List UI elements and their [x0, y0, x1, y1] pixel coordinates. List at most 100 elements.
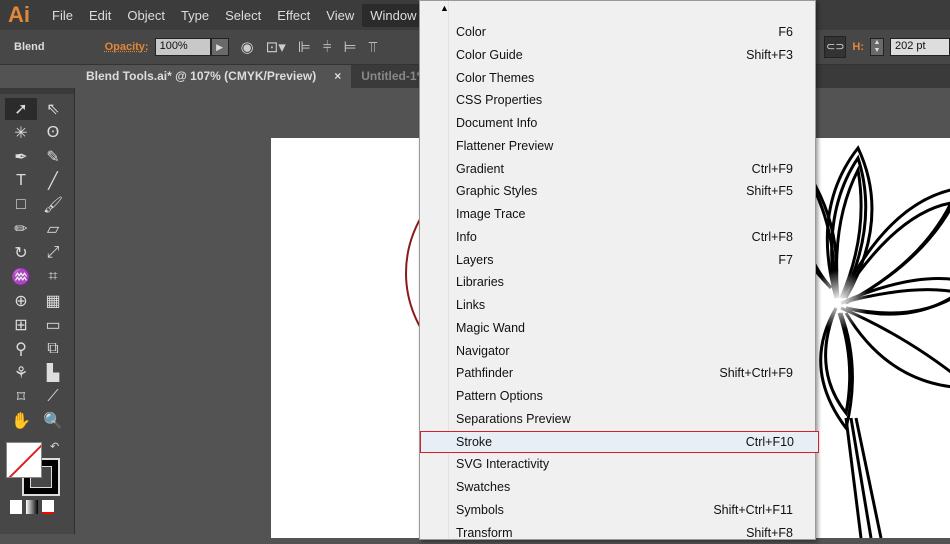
rotate-tool-icon[interactable]: ↻: [5, 242, 37, 264]
menu-item-pattern-options[interactable]: Pattern Options: [421, 385, 814, 407]
warp-tool-icon[interactable]: ♒: [5, 266, 37, 288]
menu-item-shortcut: F6: [778, 25, 793, 39]
menu-item-libraries[interactable]: Libraries: [421, 271, 814, 293]
align-left-icon[interactable]: ⊫: [298, 38, 311, 56]
scroll-up-arrow[interactable]: ▲: [440, 3, 449, 13]
symbol-sprayer-tool-icon[interactable]: ⚘: [5, 362, 37, 384]
menu-item-flattener-preview[interactable]: Flattener Preview: [421, 135, 814, 157]
menu-item-css-properties[interactable]: CSS Properties: [421, 89, 814, 111]
paintbrush-tool-icon[interactable]: 🖌: [37, 194, 69, 216]
menu-item-info[interactable]: Info Ctrl+F8: [421, 226, 814, 248]
menu-item-layers[interactable]: Layers F7: [421, 249, 814, 271]
menu-item-separations-preview[interactable]: Separations Preview: [421, 408, 814, 430]
color-mode-buttons[interactable]: [0, 500, 74, 514]
eraser-tool-icon[interactable]: ▱: [37, 218, 69, 240]
menu-window[interactable]: Window: [362, 3, 425, 27]
menu-item-shortcut: Shift+Ctrl+F9: [719, 366, 793, 381]
type-tool-icon[interactable]: T: [5, 170, 37, 192]
window-menu-dropdown: ▲ Color F6 Color Guide Shift+F3 Color Themes…: [419, 0, 819, 540]
align-right-icon[interactable]: ⊨: [343, 38, 356, 56]
menu-item-pathfinder[interactable]: Pathfinder Shift+Ctrl+F9: [421, 362, 814, 384]
artboard-tool-icon[interactable]: ⌑: [5, 386, 37, 408]
menu-item-label: Image Trace: [456, 207, 526, 221]
direct-selection-tool-icon[interactable]: ⇖: [37, 98, 69, 120]
menu-item-label: Flattener Preview: [456, 138, 554, 153]
menu-item-gradient[interactable]: Gradient Ctrl+F9: [421, 158, 814, 180]
menu-item-color[interactable]: Color F6: [421, 21, 814, 43]
magic-wand-tool-icon[interactable]: ✳: [5, 122, 37, 144]
menu-item-stroke[interactable]: Stroke Ctrl+F10: [420, 430, 819, 453]
menu-view[interactable]: View: [318, 4, 362, 27]
eyedropper-tool-icon[interactable]: ⚲: [5, 338, 37, 360]
scale-tool-icon[interactable]: ⤢: [37, 242, 69, 264]
menu-item-label: Color: [456, 25, 486, 39]
menu-item-label: Separations Preview: [456, 411, 571, 426]
fill-stroke-swatches[interactable]: ↶: [0, 440, 74, 500]
menu-select[interactable]: Select: [217, 4, 269, 27]
blend-tool-icon[interactable]: ⧉: [37, 338, 69, 360]
align-top-icon[interactable]: ⫪: [369, 39, 377, 56]
menu-file[interactable]: File: [44, 4, 81, 27]
selection-tool-icon[interactable]: ➚: [5, 98, 37, 120]
menu-item-color-guide[interactable]: Color Guide Shift+F3: [421, 44, 814, 66]
close-icon[interactable]: ×: [334, 69, 341, 84]
curvature-tool-icon[interactable]: ✎: [37, 146, 69, 168]
menu-item-shortcut: Ctrl+F10: [745, 434, 794, 449]
menu-item-label: Stroke: [456, 434, 493, 449]
menu-item-label: Pattern Options: [456, 389, 543, 403]
gradient-tool-icon[interactable]: ▭: [37, 314, 69, 336]
menu-type[interactable]: Type: [173, 4, 217, 27]
opacity-label[interactable]: Opacity:: [105, 41, 149, 53]
link-icon[interactable]: ⊂⊃: [824, 36, 847, 58]
opacity-arrow-button[interactable]: ▶: [210, 38, 229, 56]
line-tool-icon[interactable]: ╱: [37, 170, 69, 192]
menu-item-label: Libraries: [456, 275, 504, 290]
menu-item-shortcut: Shift+F3: [746, 47, 793, 62]
slice-tool-icon[interactable]: ⟋: [37, 386, 69, 408]
menu-effect[interactable]: Effect: [269, 4, 318, 27]
shape-builder-tool-icon[interactable]: ⊕: [5, 290, 37, 312]
pencil-tool-icon[interactable]: ✏: [5, 218, 37, 240]
mesh-tool-icon[interactable]: ⊞: [5, 314, 37, 336]
menu-item-label: Info: [456, 229, 477, 244]
menu-item-image-trace[interactable]: Image Trace: [421, 203, 814, 225]
menu-edit[interactable]: Edit: [81, 4, 119, 27]
menu-item-navigator[interactable]: Navigator: [421, 340, 814, 362]
menu-item-document-info[interactable]: Document Info: [421, 112, 814, 134]
menu-item-transform[interactable]: Transform Shift+F8: [421, 522, 814, 544]
menu-item-label: Symbols: [456, 502, 504, 517]
menu-item-label: Graphic Styles: [456, 184, 538, 199]
menu-item-magic-wand[interactable]: Magic Wand: [421, 317, 814, 339]
swap-icon[interactable]: ↶: [50, 440, 59, 453]
rectangle-tool-icon[interactable]: □: [5, 194, 37, 216]
tools-panel: ➚ ⇖ ✳ ʘ ✒ ✎ T ╱ □ 🖌 ✏ ▱ ↻ ⤢ ♒ ⌗ ⊕ ▦ ⊞ ▭ …: [0, 88, 75, 534]
menu-item-shortcut: Shift+F5: [746, 184, 793, 199]
align-to-icon[interactable]: ⊡▾: [266, 38, 286, 56]
height-input[interactable]: 202 pt: [890, 38, 950, 56]
menu-item-symbols[interactable]: Symbols Shift+Ctrl+F11: [421, 499, 814, 521]
menu-object[interactable]: Object: [119, 4, 173, 27]
graph-tool-icon[interactable]: ▙: [37, 362, 69, 384]
menu-item-shortcut: Ctrl+F9: [751, 161, 793, 176]
menu-item-swatches[interactable]: Swatches: [421, 476, 814, 498]
menu-item-graphic-styles[interactable]: Graphic Styles Shift+F5: [421, 180, 814, 202]
lasso-tool-icon[interactable]: ʘ: [37, 122, 69, 144]
perspective-tool-icon[interactable]: ▦: [37, 290, 69, 312]
recolor-icon[interactable]: ◉: [241, 38, 254, 56]
menu-item-label: Pathfinder: [456, 366, 513, 381]
height-label: H:: [852, 41, 864, 53]
menu-item-links[interactable]: Links: [421, 294, 814, 316]
zoom-tool-icon[interactable]: 🔍: [37, 410, 69, 432]
opacity-input[interactable]: 100%: [154, 38, 211, 56]
pen-tool-icon[interactable]: ✒: [5, 146, 37, 168]
menu-item-label: Navigator: [456, 343, 510, 358]
height-stepper[interactable]: ▲ ▼: [870, 38, 884, 56]
tab-blend-tools[interactable]: Blend Tools.ai* @ 107% (CMYK/Preview) ×: [76, 65, 352, 88]
hand-tool-icon[interactable]: ✋: [5, 410, 37, 432]
align-center-icon[interactable]: ⫩: [323, 39, 332, 56]
menu-item-color-themes[interactable]: Color Themes: [421, 67, 814, 89]
free-transform-tool-icon[interactable]: ⌗: [37, 266, 69, 288]
menu-item-label: Links: [456, 298, 486, 312]
menu-item-svg-interactivity[interactable]: SVG Interactivity: [421, 453, 814, 475]
app-logo: Ai: [8, 2, 30, 27]
